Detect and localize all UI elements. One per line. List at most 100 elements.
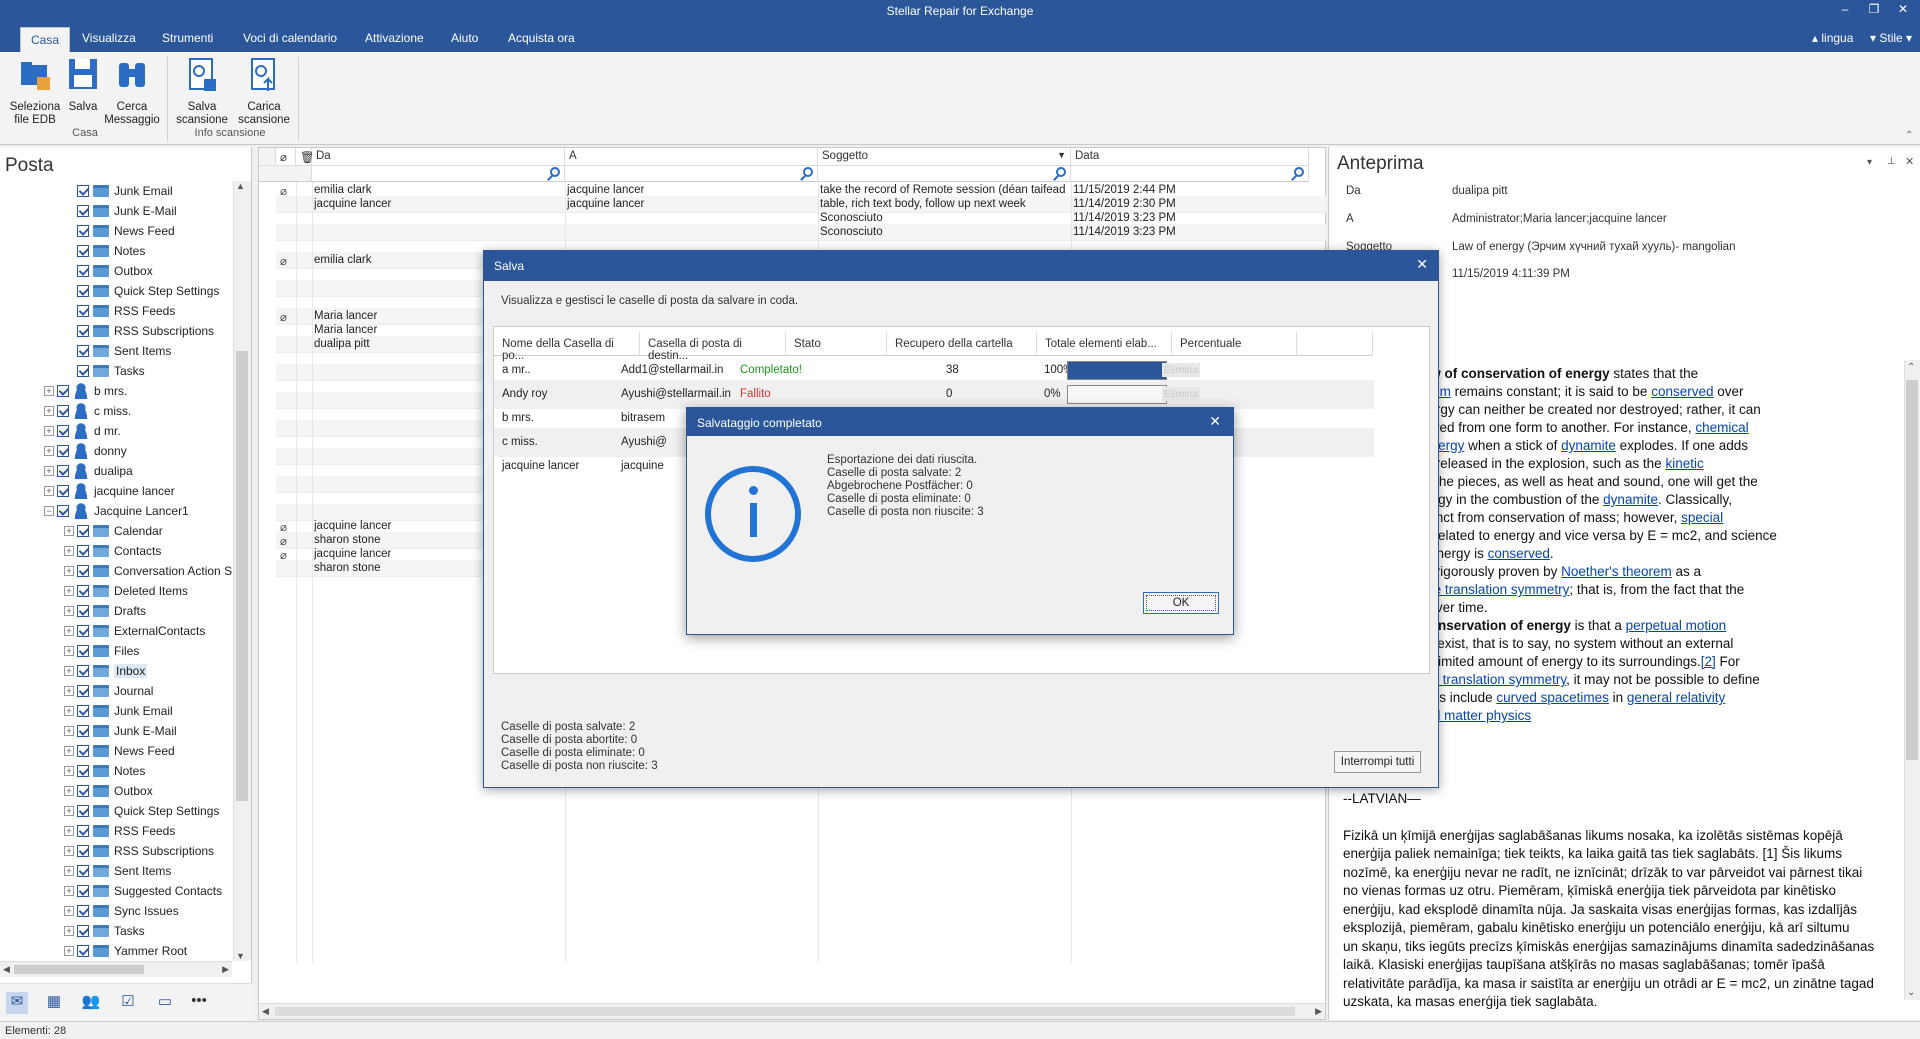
tree-item[interactable]: + jacquine lancer — [44, 481, 175, 501]
tree-item[interactable]: Junk Email — [64, 181, 173, 201]
tree-checkbox[interactable] — [77, 865, 89, 877]
ok-button[interactable]: OK — [1143, 592, 1219, 614]
tree-checkbox[interactable] — [77, 705, 89, 717]
tree-checkbox[interactable] — [77, 905, 89, 917]
expand-toggle[interactable]: + — [64, 606, 74, 616]
load-scan-button[interactable]: Carica scansione — [234, 57, 294, 127]
tab-visualizza[interactable]: Visualizza — [82, 31, 136, 45]
tree-checkbox[interactable] — [77, 845, 89, 857]
tree-item[interactable]: + Quick Step Settings — [64, 801, 219, 821]
tree-item[interactable]: + Deleted Items — [64, 581, 188, 601]
filter-from[interactable] — [312, 166, 565, 182]
pane-menu-icon[interactable]: ▾ — [1867, 157, 1872, 168]
expand-toggle[interactable]: + — [64, 726, 74, 736]
style-menu[interactable]: ▾ Stile ▾ — [1870, 31, 1912, 45]
tree-item[interactable]: + Sent Items — [64, 861, 171, 881]
tree-checkbox[interactable] — [77, 645, 89, 657]
col-percentage[interactable]: Percentuale — [1172, 332, 1297, 356]
expand-toggle[interactable]: + — [44, 486, 54, 496]
tree-item[interactable]: Sent Items — [64, 341, 171, 361]
tree-item[interactable]: RSS Feeds — [64, 301, 175, 321]
tree-item[interactable]: + dualipa — [44, 461, 133, 481]
tab-attivazione[interactable]: Attivazione — [365, 31, 424, 45]
col-mailbox-name[interactable]: Nome della Casella di po... — [494, 332, 640, 362]
tree-checkbox[interactable] — [57, 385, 69, 397]
expand-toggle[interactable]: + — [64, 926, 74, 936]
tree-item[interactable]: + Yammer Root — [64, 941, 187, 961]
tree-checkbox[interactable] — [77, 665, 89, 677]
expand-toggle[interactable]: + — [64, 526, 74, 536]
tree-item[interactable]: + News Feed — [64, 741, 175, 761]
tree-checkbox[interactable] — [77, 585, 89, 597]
tree-item[interactable]: + c miss. — [44, 401, 131, 421]
col-folder-recovery[interactable]: Recupero della cartella — [887, 332, 1037, 356]
tree-checkbox[interactable] — [77, 345, 89, 357]
tree-item[interactable]: + Junk E-Mail — [64, 721, 177, 741]
tree-item[interactable]: + Outbox — [64, 781, 153, 801]
col-subject[interactable]: Soggetto ▼ — [818, 148, 1071, 166]
tree-checkbox[interactable] — [77, 805, 89, 817]
mail-icon[interactable]: ✉ — [6, 992, 28, 1014]
expand-toggle[interactable]: + — [64, 946, 74, 956]
expand-toggle[interactable]: + — [64, 886, 74, 896]
tree-item[interactable]: − Jacquine Lancer1 — [44, 501, 189, 521]
tree-checkbox[interactable] — [77, 945, 89, 957]
find-message-button[interactable]: Cerca Messaggio — [102, 57, 162, 127]
filter-to[interactable] — [565, 166, 818, 182]
more-icon[interactable]: ••• — [188, 992, 210, 1014]
expand-toggle[interactable]: + — [64, 706, 74, 716]
tree-checkbox[interactable] — [77, 325, 89, 337]
tree-checkbox[interactable] — [77, 365, 89, 377]
tree-checkbox[interactable] — [77, 545, 89, 557]
expand-toggle[interactable]: + — [64, 826, 74, 836]
col-total-items[interactable]: Totale elementi elab... — [1037, 332, 1172, 356]
col-from[interactable]: Da — [312, 148, 565, 166]
tree-checkbox[interactable] — [77, 605, 89, 617]
ribbon-collapse-icon[interactable]: ⌃ — [1905, 130, 1913, 141]
expand-toggle[interactable]: + — [44, 466, 54, 476]
save-button[interactable]: Salva — [66, 57, 100, 114]
tree-item[interactable]: Tasks — [64, 361, 145, 381]
delete-button[interactable]: Elimina — [1162, 363, 1200, 377]
contacts-icon[interactable]: 👥 — [80, 992, 102, 1014]
tree-item[interactable]: + Junk Email — [64, 701, 173, 721]
col-to[interactable]: A — [565, 148, 818, 166]
tree-horizontal-scrollbar[interactable]: ◀ ▶ — [0, 961, 232, 977]
col-status[interactable]: Stato — [786, 332, 887, 356]
col-destination[interactable]: Casella di posta di destin... — [640, 332, 786, 362]
tree-checkbox[interactable] — [77, 825, 89, 837]
tree-item[interactable]: + d mr. — [44, 421, 121, 441]
tree-checkbox[interactable] — [77, 565, 89, 577]
tree-item[interactable]: + Contacts — [64, 541, 161, 561]
tree-item[interactable]: + RSS Subscriptions — [64, 841, 214, 861]
close-button[interactable]: ✕ — [1888, 2, 1918, 16]
tree-item[interactable]: + donny — [44, 441, 127, 461]
tree-checkbox[interactable] — [77, 525, 89, 537]
tree-checkbox[interactable] — [57, 485, 69, 497]
language-menu[interactable]: ▴ lingua — [1812, 31, 1853, 45]
tree-checkbox[interactable] — [57, 405, 69, 417]
tab-acquista-ora[interactable]: Acquista ora — [508, 31, 575, 45]
expand-toggle[interactable]: + — [44, 386, 54, 396]
preview-scrollbar[interactable]: ⌃ ⌄ — [1904, 360, 1920, 1000]
tree-item[interactable]: News Feed — [64, 221, 175, 241]
expand-toggle[interactable]: − — [44, 506, 54, 516]
expand-toggle[interactable]: + — [64, 806, 74, 816]
tab-aiuto[interactable]: Aiuto — [451, 31, 478, 45]
expand-toggle[interactable]: + — [64, 746, 74, 756]
expand-toggle[interactable]: + — [44, 406, 54, 416]
tree-vertical-scrollbar[interactable]: ▲ ▼ — [233, 181, 251, 961]
tree-checkbox[interactable] — [77, 885, 89, 897]
tree-checkbox[interactable] — [77, 245, 89, 257]
tree-item[interactable]: + Calendar — [64, 521, 163, 541]
delete-button[interactable]: Elimina — [1162, 387, 1200, 401]
restore-button[interactable]: ❐ — [1859, 2, 1889, 16]
tree-checkbox[interactable] — [77, 265, 89, 277]
tree-checkbox[interactable] — [77, 185, 89, 197]
tree-checkbox[interactable] — [77, 925, 89, 937]
tree-checkbox[interactable] — [77, 305, 89, 317]
expand-toggle[interactable]: + — [64, 766, 74, 776]
tree-item[interactable]: + Sync Issues — [64, 901, 179, 921]
tree-checkbox[interactable] — [77, 205, 89, 217]
tree-checkbox[interactable] — [57, 465, 69, 477]
